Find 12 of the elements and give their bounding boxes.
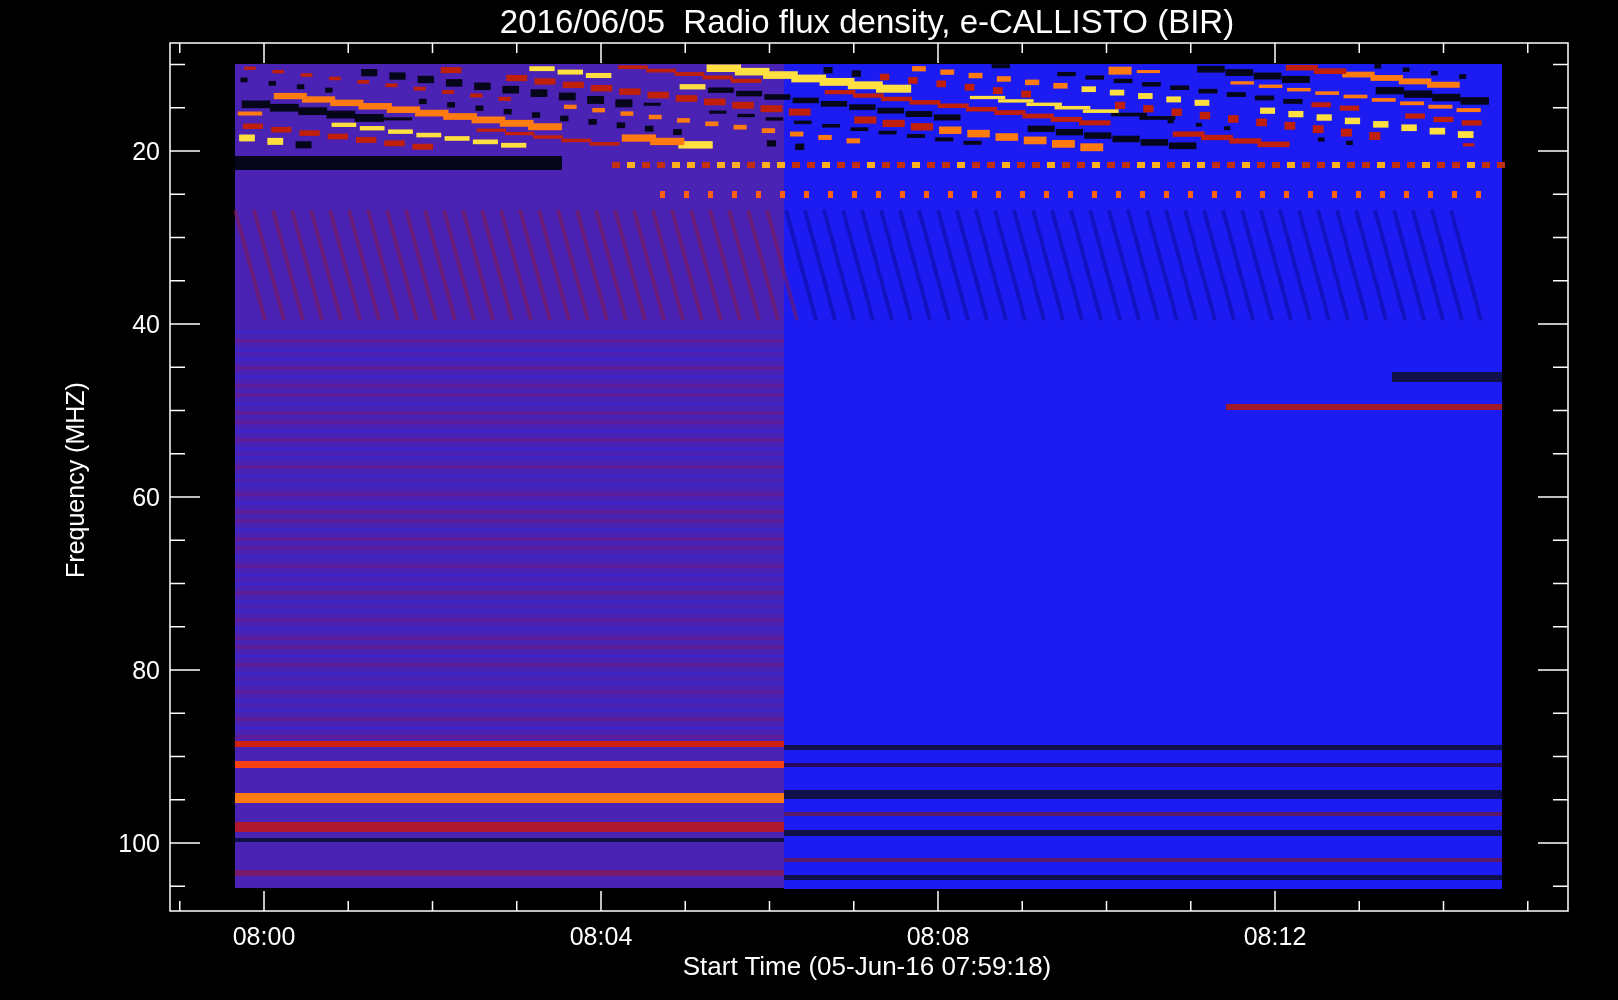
y-axis-label: Frequency (MHZ)	[61, 382, 89, 578]
y-tick-label: 100	[118, 829, 160, 857]
x-tick-label: 08:00	[232, 922, 296, 950]
y-tick-label: 20	[132, 137, 160, 165]
x-tick-label: 08:08	[906, 922, 970, 950]
y-tick-label: 60	[132, 483, 160, 511]
x-tick-label: 08:12	[1243, 922, 1307, 950]
y-tick-label: 40	[132, 310, 160, 338]
y-tick-label: 80	[132, 656, 160, 684]
x-tick-label: 08:04	[569, 922, 633, 950]
x-axis-label: Start Time (05-Jun-16 07:59:18)	[682, 951, 1052, 981]
plot-title: 2016/06/05 Radio flux density, e-CALLISTO (BIR)	[499, 3, 1235, 40]
